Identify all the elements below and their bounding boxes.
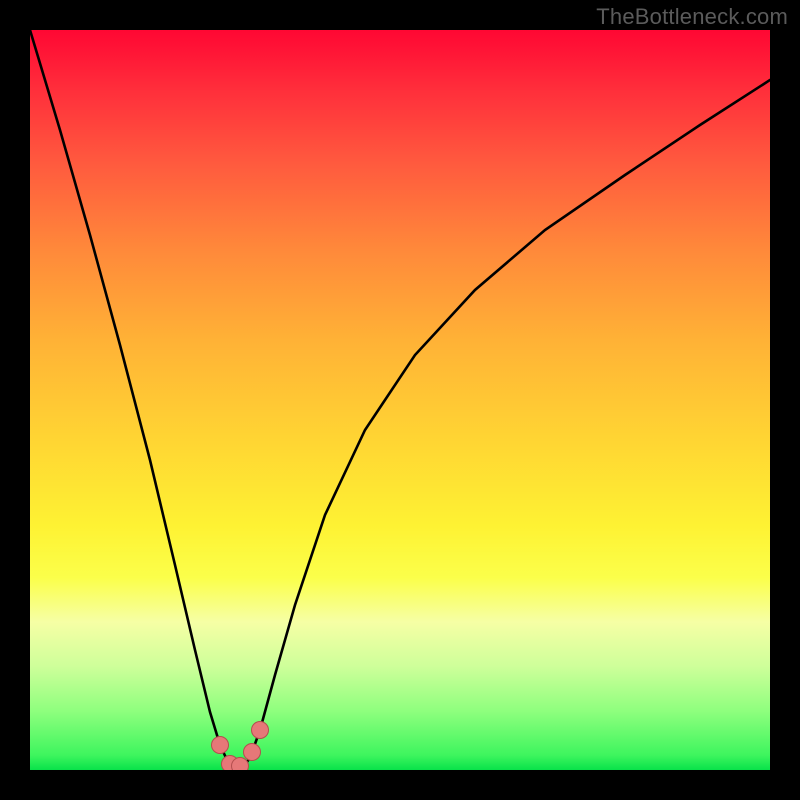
curve-layer <box>30 30 770 770</box>
gradient-plot-area <box>30 30 770 770</box>
curve-dot <box>252 722 269 739</box>
curve-dot <box>212 737 229 754</box>
curve-dots <box>212 722 269 771</box>
bottleneck-curve <box>30 30 770 769</box>
outer-frame: TheBottleneck.com <box>0 0 800 800</box>
curve-dot <box>244 744 261 761</box>
watermark-text: TheBottleneck.com <box>596 4 788 30</box>
curve-dot <box>232 758 249 771</box>
